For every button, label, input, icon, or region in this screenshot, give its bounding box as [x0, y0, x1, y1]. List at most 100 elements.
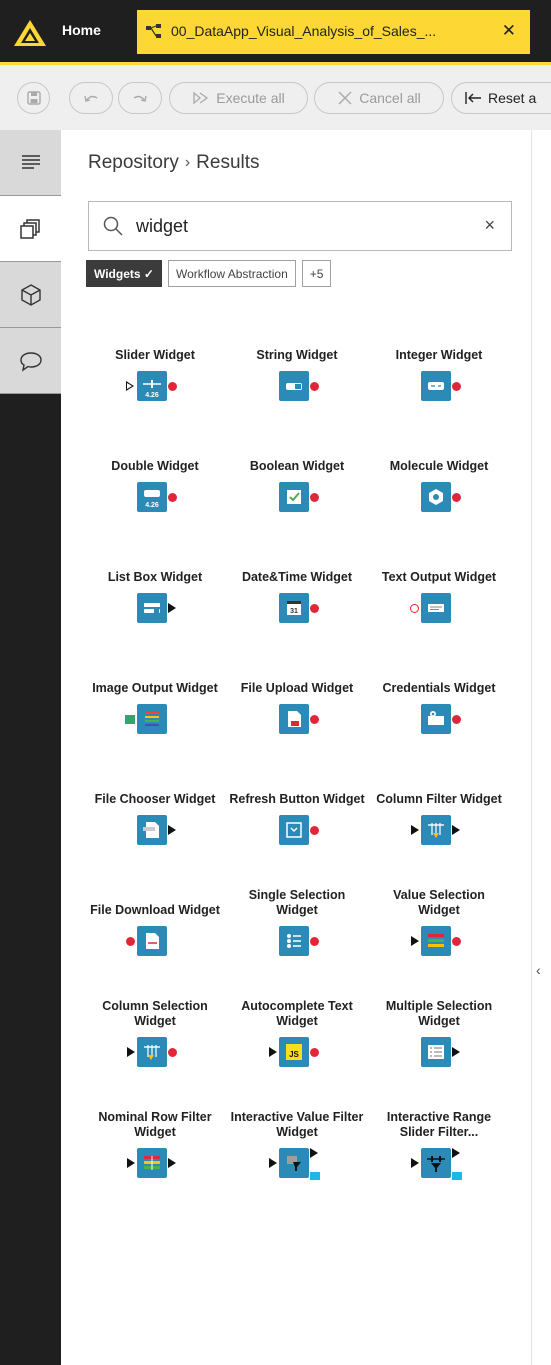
integer-icon: [421, 371, 451, 401]
node-label: Date&Time Widget: [241, 570, 353, 584]
redo-icon: [133, 95, 147, 102]
calendar-day-text: 31: [290, 608, 298, 615]
interactive-value-filter-icon: [279, 1148, 309, 1178]
chat-bubble-icon: [19, 351, 42, 372]
clear-search-icon[interactable]: ×: [484, 215, 495, 236]
node-icon-wrap: 4.26: [105, 369, 205, 409]
node-label: File Download Widget: [90, 903, 220, 917]
node-label: File Chooser Widget: [94, 792, 216, 806]
listbox-icon: [137, 593, 167, 623]
node-icon-wrap: [105, 1035, 205, 1075]
cancel-all-button[interactable]: Cancel all: [314, 82, 444, 114]
node-item[interactable]: Autocomplete Text Widget JS: [229, 995, 365, 1106]
node-item[interactable]: Nominal Row Filter Widget: [87, 1106, 223, 1217]
node-item[interactable]: Image Output Widget: [87, 662, 223, 773]
knime-logo-icon[interactable]: [12, 18, 48, 48]
output-port-icon: [452, 382, 461, 391]
node-label: Double Widget: [111, 459, 199, 473]
single-selection-icon: [279, 926, 309, 956]
save-icon: [26, 91, 41, 105]
node-label: Column Filter Widget: [376, 792, 502, 806]
panel-resize-gutter[interactable]: ‹: [531, 130, 551, 1365]
string-icon: [279, 371, 309, 401]
node-label: Multiple Selection Widget: [385, 999, 493, 1028]
close-tab-icon[interactable]: ✕: [502, 21, 516, 41]
node-icon-wrap: [105, 813, 205, 853]
tag-widgets[interactable]: Widgets ✓: [86, 260, 162, 287]
node-label: Autocomplete Text Widget: [241, 999, 353, 1028]
sidebar-tab-space-explorer[interactable]: [0, 262, 61, 328]
node-item[interactable]: File Download Widget: [87, 884, 223, 995]
node-item[interactable]: Integer Widget: [371, 329, 507, 440]
node-item[interactable]: Slider Widget 4.26: [87, 329, 223, 440]
text-output-icon: [421, 593, 451, 623]
node-item[interactable]: Column Filter Widget: [371, 773, 507, 884]
node-item[interactable]: Text Output Widget: [371, 551, 507, 662]
node-item[interactable]: Single Selection Widget: [229, 884, 365, 995]
undo-button[interactable]: [69, 82, 113, 114]
node-icon-wrap: [105, 702, 205, 742]
left-sidebar: [0, 130, 61, 1365]
slider-value-text: 4.26: [145, 392, 159, 399]
execute-all-button[interactable]: Execute all: [169, 82, 308, 114]
save-button[interactable]: [17, 82, 50, 114]
breadcrumb: Repository › Results: [88, 152, 260, 174]
output-port-icon: [168, 603, 176, 613]
node-icon-wrap: [389, 591, 489, 631]
cancel-all-label: Cancel all: [359, 90, 421, 106]
node-results-grid: Slider Widget 4.26 String Widget Integer Wi…: [87, 329, 507, 1217]
node-item[interactable]: Date&Time Widget 31: [229, 551, 365, 662]
cube-icon: [20, 283, 41, 306]
search-icon: [103, 216, 123, 236]
workflow-tab[interactable]: 00_DataApp_Visual_Analysis_of_Sales_... …: [137, 10, 530, 54]
credentials-icon: [421, 704, 451, 734]
collapse-panel-icon[interactable]: ‹: [536, 962, 541, 978]
search-box[interactable]: ×: [88, 201, 512, 251]
node-item[interactable]: Credentials Widget: [371, 662, 507, 773]
execute-all-icon: [193, 91, 209, 105]
sidebar-tab-description[interactable]: [0, 130, 61, 196]
breadcrumb-repository[interactable]: Repository: [88, 152, 179, 174]
sidebar-tab-help[interactable]: [0, 328, 61, 394]
node-item[interactable]: Interactive Range Slider Filter...: [371, 1106, 507, 1217]
node-icon-wrap: [389, 813, 489, 853]
output-port-icon: [310, 715, 319, 724]
output-port-icon: [310, 826, 319, 835]
sidebar-tab-node-repository[interactable]: [0, 196, 61, 262]
search-input[interactable]: [134, 214, 468, 238]
node-item[interactable]: File Chooser Widget: [87, 773, 223, 884]
node-item[interactable]: Molecule Widget: [371, 440, 507, 551]
file-download-icon: [137, 926, 167, 956]
node-item[interactable]: Interactive Value Filter Widget: [229, 1106, 365, 1217]
node-item[interactable]: Refresh Button Widget: [229, 773, 365, 884]
input-port-icon: [127, 1158, 135, 1168]
node-item[interactable]: Double Widget 4.26: [87, 440, 223, 551]
node-label: Refresh Button Widget: [229, 792, 365, 806]
node-label: String Widget: [256, 348, 338, 362]
value-selection-icon: [421, 926, 451, 956]
output-port-icon: [168, 493, 177, 502]
tag-workflow-abstraction[interactable]: Workflow Abstraction: [167, 260, 296, 287]
node-item[interactable]: Boolean Widget: [229, 440, 365, 551]
home-tab[interactable]: Home: [62, 22, 101, 38]
node-item[interactable]: List Box Widget: [87, 551, 223, 662]
node-label: Single Selection Widget: [248, 888, 346, 917]
column-filter-icon: [421, 815, 451, 845]
node-label: Image Output Widget: [92, 681, 218, 695]
input-port-icon: [411, 825, 419, 835]
node-item[interactable]: File Upload Widget: [229, 662, 365, 773]
node-item[interactable]: Multiple Selection Widget: [371, 995, 507, 1106]
reset-all-button[interactable]: Reset a: [451, 82, 551, 114]
redo-button[interactable]: [118, 82, 162, 114]
node-item[interactable]: Column Selection Widget: [87, 995, 223, 1106]
node-icon-wrap: [389, 1146, 489, 1186]
node-label: Molecule Widget: [389, 459, 489, 473]
nominal-row-filter-icon: [137, 1148, 167, 1178]
tag-more[interactable]: +5: [301, 260, 332, 287]
workflow-tab-title: 00_DataApp_Visual_Analysis_of_Sales_...: [171, 23, 437, 39]
output-port-icon: [310, 382, 319, 391]
node-icon-wrap: 31: [247, 591, 347, 631]
node-label: Slider Widget: [115, 348, 195, 362]
node-item[interactable]: String Widget: [229, 329, 365, 440]
node-item[interactable]: Value Selection Widget: [371, 884, 507, 995]
